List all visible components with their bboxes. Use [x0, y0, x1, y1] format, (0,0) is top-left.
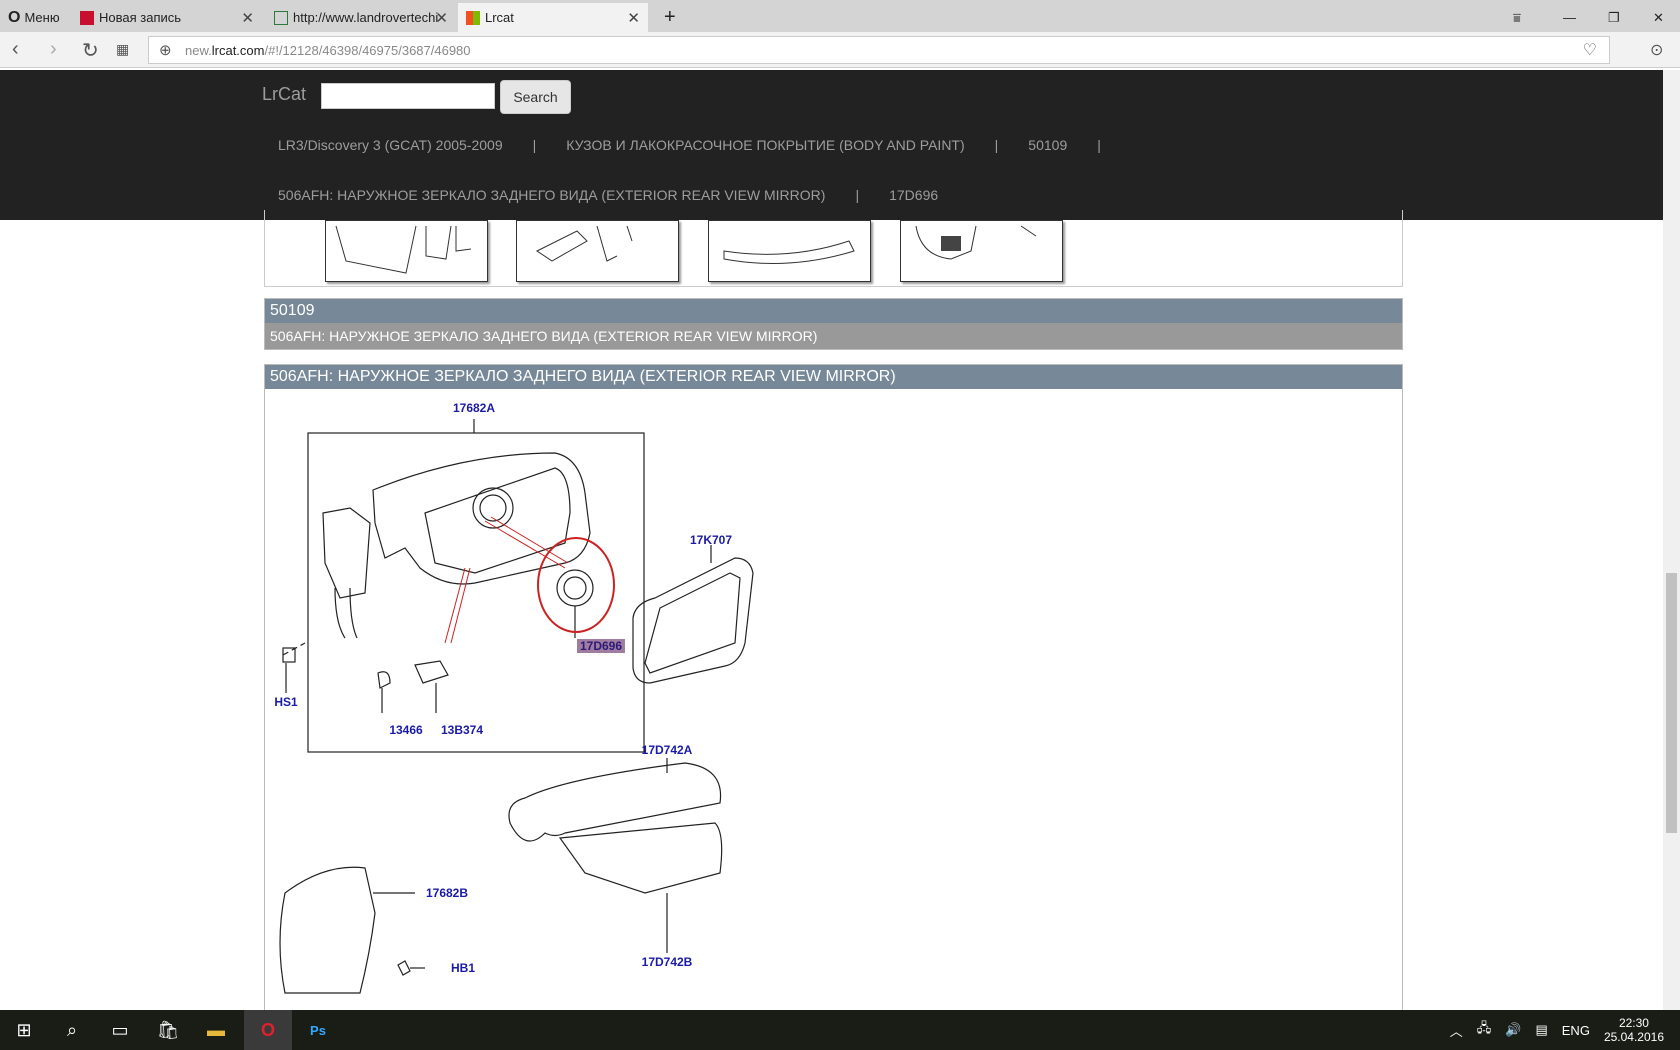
tab-lrcat[interactable]: Lrcat ✕	[458, 3, 648, 32]
thumbnail[interactable]	[900, 220, 1063, 282]
taskbar: ⊞ ⌕ ▭ 🛍 ▬ O Ps ︿ 🖧 🔊 ▤ ENG 22:30 25.04.20…	[0, 1010, 1680, 1050]
photoshop-icon[interactable]: Ps	[294, 1010, 342, 1050]
notifications-icon[interactable]: ▤	[1535, 1022, 1547, 1038]
part-callout-17d696-selected[interactable]: 17D696	[576, 639, 626, 653]
tab-title: Lrcat	[485, 10, 514, 25]
breadcrumb-row-2: 506AFH: НАРУЖНОЕ ЗЕРКАЛО ЗАДНЕГО ВИДА (E…	[278, 187, 938, 203]
restore-icon[interactable]: ❐	[1600, 3, 1628, 32]
part-callout-13466[interactable]: 13466	[389, 723, 422, 737]
search-icon[interactable]: ⌕	[48, 1010, 96, 1050]
part-callout-17d742b[interactable]: 17D742B	[642, 955, 693, 969]
group-panel: 50109 506AFH: НАРУЖНОЕ ЗЕРКАЛО ЗАДНЕГО В…	[264, 298, 1403, 350]
part-callout-13b374[interactable]: 13B374	[441, 723, 483, 737]
parts-diagram: 17682A 17K707 17D696 HS1 13466 13B374 17…	[265, 393, 1402, 1023]
clock-date: 25.04.2016	[1603, 1030, 1664, 1044]
search-button[interactable]: Search	[500, 80, 571, 114]
close-tab-icon[interactable]: ✕	[627, 9, 640, 27]
url-input[interactable]: ⊕ new. lrcat.com/#!/12128/46398/46975/368…	[148, 36, 1610, 64]
page-scrollbar[interactable]	[1663, 70, 1680, 1010]
tab-menu-icon[interactable]: ⩸	[1505, 3, 1529, 32]
opera-logo-icon: O	[8, 8, 21, 26]
opera-taskbar-icon[interactable]: O	[244, 1010, 292, 1050]
url-prefix: new.	[185, 42, 212, 58]
address-bar-row: ‹ › ↻ ▦ ⊕ new. lrcat.com/#!/12128/46398/4…	[0, 32, 1680, 68]
file-explorer-icon[interactable]: ▬	[192, 1010, 240, 1050]
tab-new-post[interactable]: Новая запись ✕	[72, 3, 262, 32]
breadcrumb-model[interactable]: LR3/Discovery 3 (GCAT) 2005-2009	[278, 137, 503, 153]
tab-title: Новая запись	[99, 10, 182, 25]
reload-icon[interactable]: ↻	[82, 38, 99, 63]
breadcrumb-separator: |	[855, 187, 860, 203]
close-tab-icon[interactable]: ✕	[241, 9, 254, 27]
part-callout-17d742a[interactable]: 17D742A	[642, 743, 693, 757]
thumbnail[interactable]	[708, 220, 871, 282]
selected-part-highlight	[537, 537, 615, 633]
download-icon[interactable]: ⊙	[1650, 40, 1663, 60]
url-host: lrcat.com	[211, 42, 265, 58]
thumbnail[interactable]	[516, 220, 679, 282]
diagram-drawing	[279, 419, 754, 994]
menu-label: Меню	[24, 10, 60, 25]
diagram-title: 506AFH: НАРУЖНОЕ ЗЕРКАЛО ЗАДНЕГО ВИДА (E…	[265, 365, 1402, 389]
clock-time: 22:30	[1618, 1016, 1649, 1030]
breadcrumb-separator: |	[994, 137, 999, 153]
part-callout-17k707[interactable]: 17K707	[690, 533, 732, 547]
back-icon[interactable]: ‹	[12, 38, 19, 61]
url-path: /#!/12128/46398/46975/3687/46980	[264, 42, 471, 58]
speed-dial-icon[interactable]: ▦	[116, 41, 129, 58]
search-input[interactable]	[321, 83, 495, 109]
breadcrumb-row-1: LR3/Discovery 3 (GCAT) 2005-2009 | КУЗОВ…	[278, 137, 1101, 153]
forward-icon[interactable]: ›	[50, 38, 57, 61]
breadcrumb-separator: |	[1097, 137, 1101, 153]
tab-landrover[interactable]: http://www.landrovertechi ✕	[266, 3, 456, 32]
scrollbar-thumb[interactable]	[1666, 573, 1677, 833]
diagram-panel: 506AFH: НАРУЖНОЕ ЗЕРКАЛО ЗАДНЕГО ВИДА (E…	[264, 364, 1403, 1024]
tab-bar: O Меню Новая запись ✕ http://www.landrover…	[0, 0, 1680, 32]
show-hidden-icons-icon[interactable]: ︿	[1450, 1021, 1463, 1040]
part-callout-17682b[interactable]: 17682B	[426, 886, 468, 900]
heart-icon[interactable]: ♡	[1583, 40, 1597, 60]
tab-favicon-icon	[80, 10, 94, 25]
language-indicator[interactable]: ENG	[1562, 1023, 1590, 1038]
close-window-icon[interactable]: ✕	[1645, 3, 1672, 32]
system-tray: ︿ 🖧 🔊 ▤ ENG 22:30 25.04.2016	[1450, 1010, 1664, 1050]
thumbnail-strip	[264, 210, 1403, 287]
breadcrumb-separator: |	[532, 137, 537, 153]
tab-favicon-icon	[466, 10, 480, 25]
task-view-icon[interactable]: ▭	[96, 1010, 144, 1050]
opera-menu-button[interactable]: O Меню	[0, 3, 70, 32]
part-callout-hs1[interactable]: HS1	[274, 695, 297, 709]
breadcrumb-section[interactable]: 506AFH: НАРУЖНОЕ ЗЕРКАЛО ЗАДНЕГО ВИДА (E…	[278, 187, 825, 203]
close-tab-icon[interactable]: ✕	[435, 9, 448, 27]
group-item-link[interactable]: 506AFH: НАРУЖНОЕ ЗЕРКАЛО ЗАДНЕГО ВИДА (E…	[265, 323, 1402, 349]
brand-link[interactable]: LrCat	[262, 84, 306, 105]
part-callout-hb1[interactable]: HB1	[451, 961, 475, 975]
windows-start-icon[interactable]: ⊞	[0, 1010, 48, 1050]
breadcrumb-group[interactable]: 50109	[1028, 137, 1067, 153]
volume-icon[interactable]: 🔊	[1505, 1022, 1521, 1038]
thumbnail[interactable]	[325, 220, 488, 282]
breadcrumb-part[interactable]: 17D696	[889, 187, 938, 203]
minimize-icon[interactable]: —	[1555, 3, 1584, 32]
clock[interactable]: 22:30 25.04.2016	[1604, 1016, 1664, 1044]
network-icon[interactable]: 🖧	[1477, 1019, 1492, 1041]
tab-title: http://www.landrovertechi	[293, 10, 439, 25]
part-callout-17682a[interactable]: 17682A	[453, 401, 495, 415]
new-tab-button[interactable]: +	[656, 3, 684, 32]
store-icon[interactable]: 🛍	[144, 1010, 192, 1050]
group-title: 50109	[265, 299, 1402, 323]
globe-icon: ⊕	[159, 42, 172, 59]
tab-favicon-icon	[274, 10, 288, 25]
breadcrumb-category[interactable]: КУЗОВ И ЛАКОКРАСОЧНОЕ ПОКРЫТИЕ (BODY AND…	[566, 137, 964, 153]
